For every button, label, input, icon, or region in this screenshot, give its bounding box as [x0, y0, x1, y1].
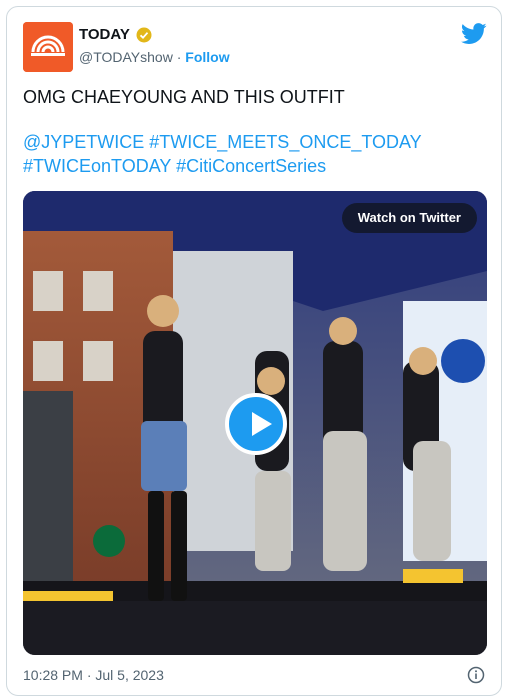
separator-dot: · — [176, 49, 182, 65]
tweet-card: TODAY @TODAYshow · Follow OMG CHAEYOUNG … — [6, 6, 502, 696]
watch-on-twitter-button[interactable]: Watch on Twitter — [341, 203, 477, 233]
tweet-text-line: OMG CHAEYOUNG AND THIS OUTFIT — [23, 87, 345, 107]
today-logo-icon[interactable] — [23, 22, 73, 72]
tweet-timestamp[interactable]: 10:28 PM · Jul 5, 2023 — [23, 667, 164, 683]
info-icon[interactable] — [467, 666, 485, 684]
verified-badge-icon — [136, 27, 152, 42]
mention-link[interactable]: @JYPETWICE — [23, 132, 144, 152]
author-handle[interactable]: @TODAYshow — [79, 49, 173, 65]
hashtag-link[interactable]: #TWICEonTODAY — [23, 156, 171, 176]
tweet-text-links-row-2: #TWICEonTODAY #CitiConcertSeries — [23, 154, 326, 178]
author-name-row: TODAY — [79, 26, 152, 43]
author-handle-row: @TODAYshow · Follow — [79, 49, 230, 65]
author-name[interactable]: TODAY — [79, 26, 130, 43]
hashtag-link[interactable]: #CitiConcertSeries — [176, 156, 326, 176]
twitter-bird-icon[interactable] — [461, 23, 487, 45]
play-icon[interactable] — [225, 393, 287, 455]
video-thumbnail[interactable]: Watch on Twitter — [23, 191, 487, 655]
tweet-text-links-row-1: @JYPETWICE #TWICE_MEETS_ONCE_TODAY — [23, 130, 422, 154]
follow-button[interactable]: Follow — [185, 49, 229, 65]
hashtag-link[interactable]: #TWICE_MEETS_ONCE_TODAY — [149, 132, 421, 152]
